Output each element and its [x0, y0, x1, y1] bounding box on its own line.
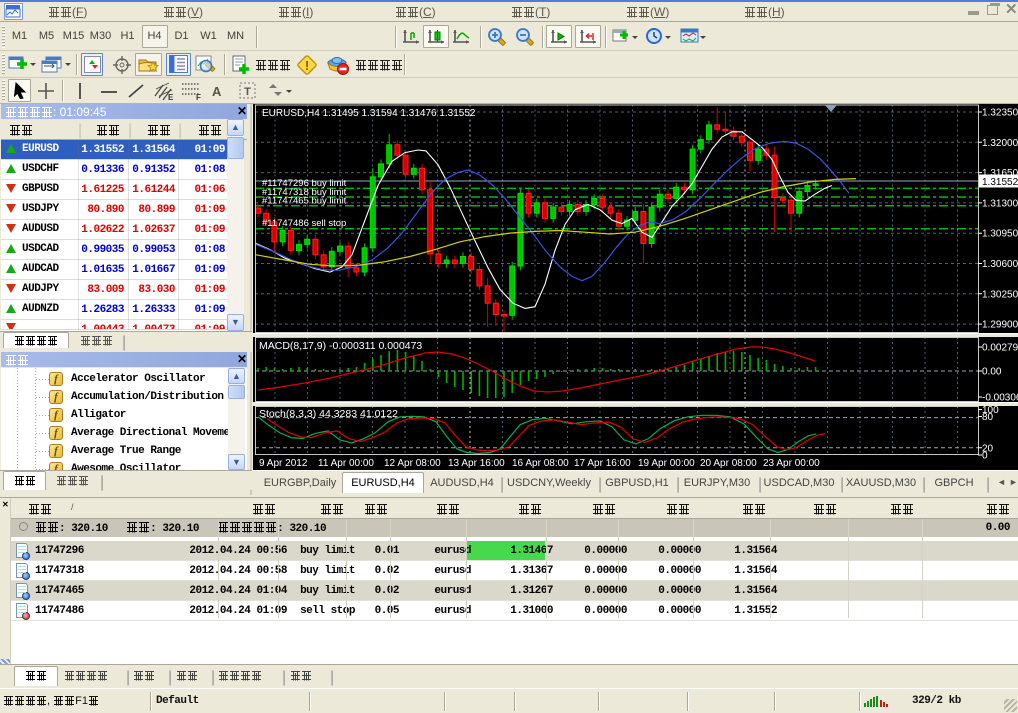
svg-text:T: T	[244, 86, 251, 98]
svg-text:1.31300: 1.31300	[982, 198, 1018, 209]
svg-text:E: E	[168, 93, 174, 102]
svg-text:12 Apr 08:00: 12 Apr 08:00	[384, 458, 441, 469]
svg-text:0.002798: 0.002798	[982, 343, 1018, 354]
svg-text:19 Apr 00:00: 19 Apr 00:00	[638, 458, 695, 469]
svg-text:1.31552: 1.31552	[982, 177, 1018, 188]
svg-text:1.29900: 1.29900	[982, 320, 1018, 331]
svg-text:1.30250: 1.30250	[982, 289, 1018, 300]
svg-text:1.32350: 1.32350	[982, 108, 1018, 119]
svg-text:!: !	[305, 58, 309, 73]
svg-text:20 Apr 08:00: 20 Apr 08:00	[700, 458, 757, 469]
svg-text:80: 80	[982, 412, 994, 423]
svg-text:#11747486 sell stop: #11747486 sell stop	[262, 218, 346, 229]
svg-text:0: 0	[982, 451, 988, 462]
svg-text:1.30600: 1.30600	[982, 259, 1018, 270]
svg-text:Stoch(8,3,3) 44.3283 41.0122: Stoch(8,3,3) 44.3283 41.0122	[259, 408, 398, 420]
svg-text:17 Apr 16:00: 17 Apr 16:00	[574, 458, 631, 469]
svg-text:9 Apr 2012: 9 Apr 2012	[259, 458, 308, 469]
svg-text:23 Apr 00:00: 23 Apr 00:00	[763, 458, 820, 469]
svg-text:0.00: 0.00	[982, 367, 1002, 378]
svg-text:13 Apr 16:00: 13 Apr 16:00	[448, 458, 505, 469]
svg-text:1.30950: 1.30950	[982, 229, 1018, 240]
svg-text:MACD(8,17,9) -0.000311 0.00047: MACD(8,17,9) -0.000311 0.000473	[259, 340, 422, 352]
svg-text:F: F	[196, 93, 201, 101]
svg-text:-0.00306: -0.00306	[982, 393, 1018, 404]
svg-text:16 Apr 08:00: 16 Apr 08:00	[512, 458, 569, 469]
svg-text:1.32000: 1.32000	[982, 138, 1018, 149]
svg-text:#11747465 buy limit: #11747465 buy limit	[262, 196, 347, 207]
svg-text:11 Apr 00:00: 11 Apr 00:00	[318, 458, 374, 469]
svg-text:EURUSD,H4 1.31495 1.31594 1.3: EURUSD,H4 1.31495 1.31594 1.31476 1.3155…	[262, 108, 476, 119]
